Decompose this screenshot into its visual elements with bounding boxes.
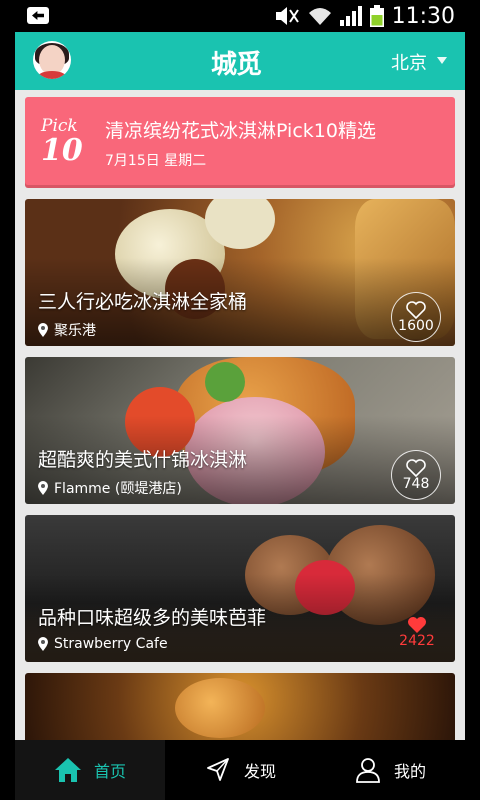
app-header: 城觅 北京 [15,32,465,90]
chevron-down-icon[interactable] [437,57,447,64]
card-title: 三人行必吃冰淇淋全家桶 [38,291,248,313]
like-button[interactable]: 2422 [393,608,441,656]
location-pin-icon [38,481,48,495]
card-location: Flamme (颐堤港店) [54,481,182,497]
pick-number: 10 [41,133,83,168]
tab-label: 我的 [393,762,426,781]
pick10-banner[interactable]: Pick 10 清凉缤纷花式冰淇淋Pick10精选 7月15日 星期二 [25,97,455,185]
pick-date: 7月15日 星期二 [105,153,207,169]
like-button[interactable]: 1600 [391,292,441,342]
mute-icon [275,7,299,25]
pick-title: 清凉缤纷花式冰淇淋Pick10精选 [105,120,376,142]
app-screen: 11:30 城觅 北京 Pick 10 清凉缤纷花式冰淇淋Pick10精选 7月… [15,0,465,800]
user-icon [356,758,380,783]
heart-outline-icon [406,459,426,477]
tab-discover[interactable]: 发现 [165,740,315,800]
location-pin-icon [38,637,48,651]
card-location: 聚乐港 [54,323,96,339]
user-avatar[interactable] [33,41,71,79]
bottom-tab-bar: 首页 发现 我的 [15,740,465,800]
card-title: 品种口味超级多的美味芭菲 [38,607,267,629]
like-count: 748 [402,476,430,492]
card-location: Strawberry Cafe [54,636,168,652]
like-button[interactable]: 748 [391,450,441,500]
compass-icon [207,758,229,781]
feed-card[interactable]: 品种口味超级多的美味芭菲 Strawberry Cafe 2422 [25,515,455,662]
tab-label: 发现 [243,762,276,781]
heart-filled-icon [408,617,426,633]
status-time: 11:30 [391,3,455,29]
back-key-icon [27,7,49,24]
heart-outline-icon [406,301,426,319]
wifi-icon [308,8,331,25]
like-count: 2422 [399,633,435,649]
card-title: 超酷爽的美式什锦冰淇淋 [38,449,248,471]
pick10-badge: Pick 10 [41,117,91,169]
app-logo: 城觅 [211,50,262,80]
signal-icon [339,6,362,26]
status-bar: 11:30 [15,0,465,32]
location-pin-icon [38,323,48,337]
tab-profile[interactable]: 我的 [315,740,465,800]
feed-card[interactable]: 三人行必吃冰淇淋全家桶 聚乐港 1600 [25,199,455,346]
feed-card[interactable]: 超酷爽的美式什锦冰淇淋 Flamme (颐堤港店) 748 [25,357,455,504]
home-icon [54,758,81,782]
tab-home[interactable]: 首页 [15,740,165,800]
tab-label: 首页 [93,762,126,781]
like-count: 1600 [398,318,434,334]
battery-icon [369,5,384,27]
city-selector[interactable]: 北京 [391,49,427,75]
